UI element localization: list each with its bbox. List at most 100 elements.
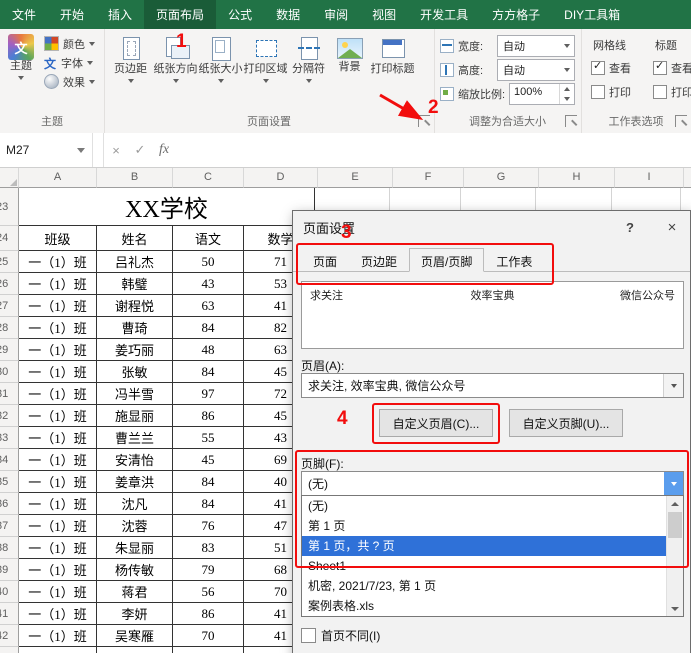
checkbox-checked-icon[interactable]	[591, 59, 605, 75]
tab-view[interactable]: 视图	[360, 0, 408, 29]
cell-chinese-score[interactable]: 76	[173, 515, 244, 537]
cell-chinese-score[interactable]: 86	[173, 603, 244, 625]
gridlines-view-checkbox[interactable]: 查看	[591, 59, 631, 76]
cancel-button[interactable]: ×	[104, 143, 128, 158]
cell-class[interactable]: 一（1）班	[19, 317, 97, 339]
cell-empty[interactable]	[19, 647, 97, 653]
cell-name[interactable]: 姜章洪	[97, 471, 173, 493]
sheet-title-cell[interactable]: XX学校	[19, 188, 315, 226]
footer-option-selected[interactable]: 第 1 页，共 ? 页	[302, 536, 683, 556]
footer-option[interactable]: 机密, 2021/7/23, 第 1 页	[302, 576, 683, 596]
footer-option[interactable]: Sheet1	[302, 556, 683, 576]
row-header[interactable]: 33	[0, 427, 19, 449]
chevron-down-icon[interactable]	[664, 472, 683, 495]
row-header[interactable]: 26	[0, 273, 19, 295]
cell-name[interactable]: 吴寒雁	[97, 625, 173, 647]
column-header-b[interactable]: B	[97, 167, 173, 188]
cell-name[interactable]: 谢程悦	[97, 295, 173, 317]
chevron-down-icon[interactable]	[77, 147, 85, 153]
row-header[interactable]: 28	[0, 317, 19, 339]
margins-button[interactable]: 页边距	[108, 32, 153, 83]
footer-option[interactable]: 第 1 页	[302, 516, 683, 536]
headings-print-checkbox[interactable]: 打印	[653, 84, 691, 100]
column-header-f[interactable]: F	[393, 167, 464, 188]
cell-name[interactable]: 沈蓉	[97, 515, 173, 537]
print-titles-button[interactable]: 打印标题	[370, 32, 415, 83]
footer-option[interactable]: (无)	[302, 496, 683, 516]
enter-button[interactable]: ✓	[128, 142, 152, 158]
tab-ffcell[interactable]: 方方格子	[480, 0, 552, 29]
cell-class[interactable]: 一（1）班	[19, 339, 97, 361]
cell-name[interactable]: 沈凡	[97, 493, 173, 515]
row-header[interactable]: 43	[0, 647, 19, 653]
row-header[interactable]: 37	[0, 515, 19, 537]
cell-name[interactable]: 冯半雪	[97, 383, 173, 405]
tab-home[interactable]: 开始	[48, 0, 96, 29]
print-area-button[interactable]: 打印区域	[243, 32, 288, 83]
cell-chinese-score[interactable]: 97	[173, 383, 244, 405]
chevron-down-icon[interactable]	[663, 374, 683, 397]
footer-option[interactable]: 案例表格.xls	[302, 596, 683, 616]
cell-empty[interactable]	[173, 647, 244, 653]
cell-class[interactable]: 一（1）班	[19, 625, 97, 647]
cell-class[interactable]: 一（1）班	[19, 427, 97, 449]
column-header-c[interactable]: C	[173, 167, 244, 188]
sheet-options-dialog-launcher-icon[interactable]	[675, 115, 687, 127]
cell-class[interactable]: 一（1）班	[19, 515, 97, 537]
theme-fonts-button[interactable]: 字体	[42, 53, 97, 72]
tab-sheet[interactable]: 工作表	[484, 248, 544, 272]
height-combobox[interactable]: 自动	[497, 59, 575, 81]
cell-chinese-score[interactable]: 86	[173, 405, 244, 427]
tab-review[interactable]: 审阅	[312, 0, 360, 29]
cell-chinese-score[interactable]: 70	[173, 625, 244, 647]
tab-insert[interactable]: 插入	[96, 0, 144, 29]
header-cell-chinese[interactable]: 语文	[173, 226, 244, 251]
cell-class[interactable]: 一（1）班	[19, 273, 97, 295]
row-header[interactable]: 34	[0, 449, 19, 471]
chevron-down-icon[interactable]	[559, 60, 574, 80]
cell-name[interactable]: 杨传敏	[97, 559, 173, 581]
cell-class[interactable]: 一（1）班	[19, 405, 97, 427]
cell-chinese-score[interactable]: 84	[173, 493, 244, 515]
theme-effects-button[interactable]: 效果	[42, 72, 97, 91]
checkbox-icon[interactable]	[301, 628, 316, 643]
different-first-page-checkbox[interactable]: 首页不同(I)	[301, 627, 380, 644]
dialog-help-button[interactable]: ?	[618, 215, 642, 239]
row-header[interactable]: 27	[0, 295, 19, 317]
cell-chinese-score[interactable]: 50	[173, 251, 244, 273]
checkbox-icon[interactable]	[591, 85, 605, 99]
cell-class[interactable]: 一（1）班	[19, 449, 97, 471]
cell-name[interactable]: 曹兰兰	[97, 427, 173, 449]
scroll-up-icon[interactable]	[667, 496, 683, 511]
header-cell-name[interactable]: 姓名	[97, 226, 173, 251]
checkbox-checked-icon[interactable]	[653, 59, 667, 75]
header-combobox[interactable]: 求关注, 效率宝典, 微信公众号	[301, 373, 684, 398]
checkbox-icon[interactable]	[653, 85, 667, 99]
cell-name[interactable]: 安清怡	[97, 449, 173, 471]
row-header[interactable]: 35	[0, 471, 19, 493]
cell-name[interactable]: 韩璧	[97, 273, 173, 295]
formula-bar-splitter[interactable]	[93, 133, 104, 167]
cell-class[interactable]: 一（1）班	[19, 251, 97, 273]
scrollbar-thumb[interactable]	[668, 512, 682, 538]
column-header-d[interactable]: D	[244, 167, 318, 188]
row-header[interactable]: 30	[0, 361, 19, 383]
cell-chinese-score[interactable]: 84	[173, 361, 244, 383]
cell-chinese-score[interactable]: 63	[173, 295, 244, 317]
cell-class[interactable]: 一（1）班	[19, 493, 97, 515]
column-header-h[interactable]: H	[539, 167, 615, 188]
cell-name[interactable]: 李妍	[97, 603, 173, 625]
cell-chinese-score[interactable]: 55	[173, 427, 244, 449]
insert-function-button[interactable]: fx	[152, 142, 176, 158]
cell-chinese-score[interactable]: 83	[173, 537, 244, 559]
tab-file[interactable]: 文件	[0, 0, 48, 29]
cell-class[interactable]: 一（1）班	[19, 471, 97, 493]
column-header-a[interactable]: A	[19, 167, 97, 188]
chevron-down-icon[interactable]	[559, 36, 574, 56]
tab-developer[interactable]: 开发工具	[408, 0, 480, 29]
column-header-j[interactable]	[684, 167, 691, 188]
cell-name[interactable]: 蒋君	[97, 581, 173, 603]
scrollbar[interactable]	[666, 496, 683, 616]
cell-empty[interactable]	[97, 647, 173, 653]
row-header[interactable]: 29	[0, 339, 19, 361]
